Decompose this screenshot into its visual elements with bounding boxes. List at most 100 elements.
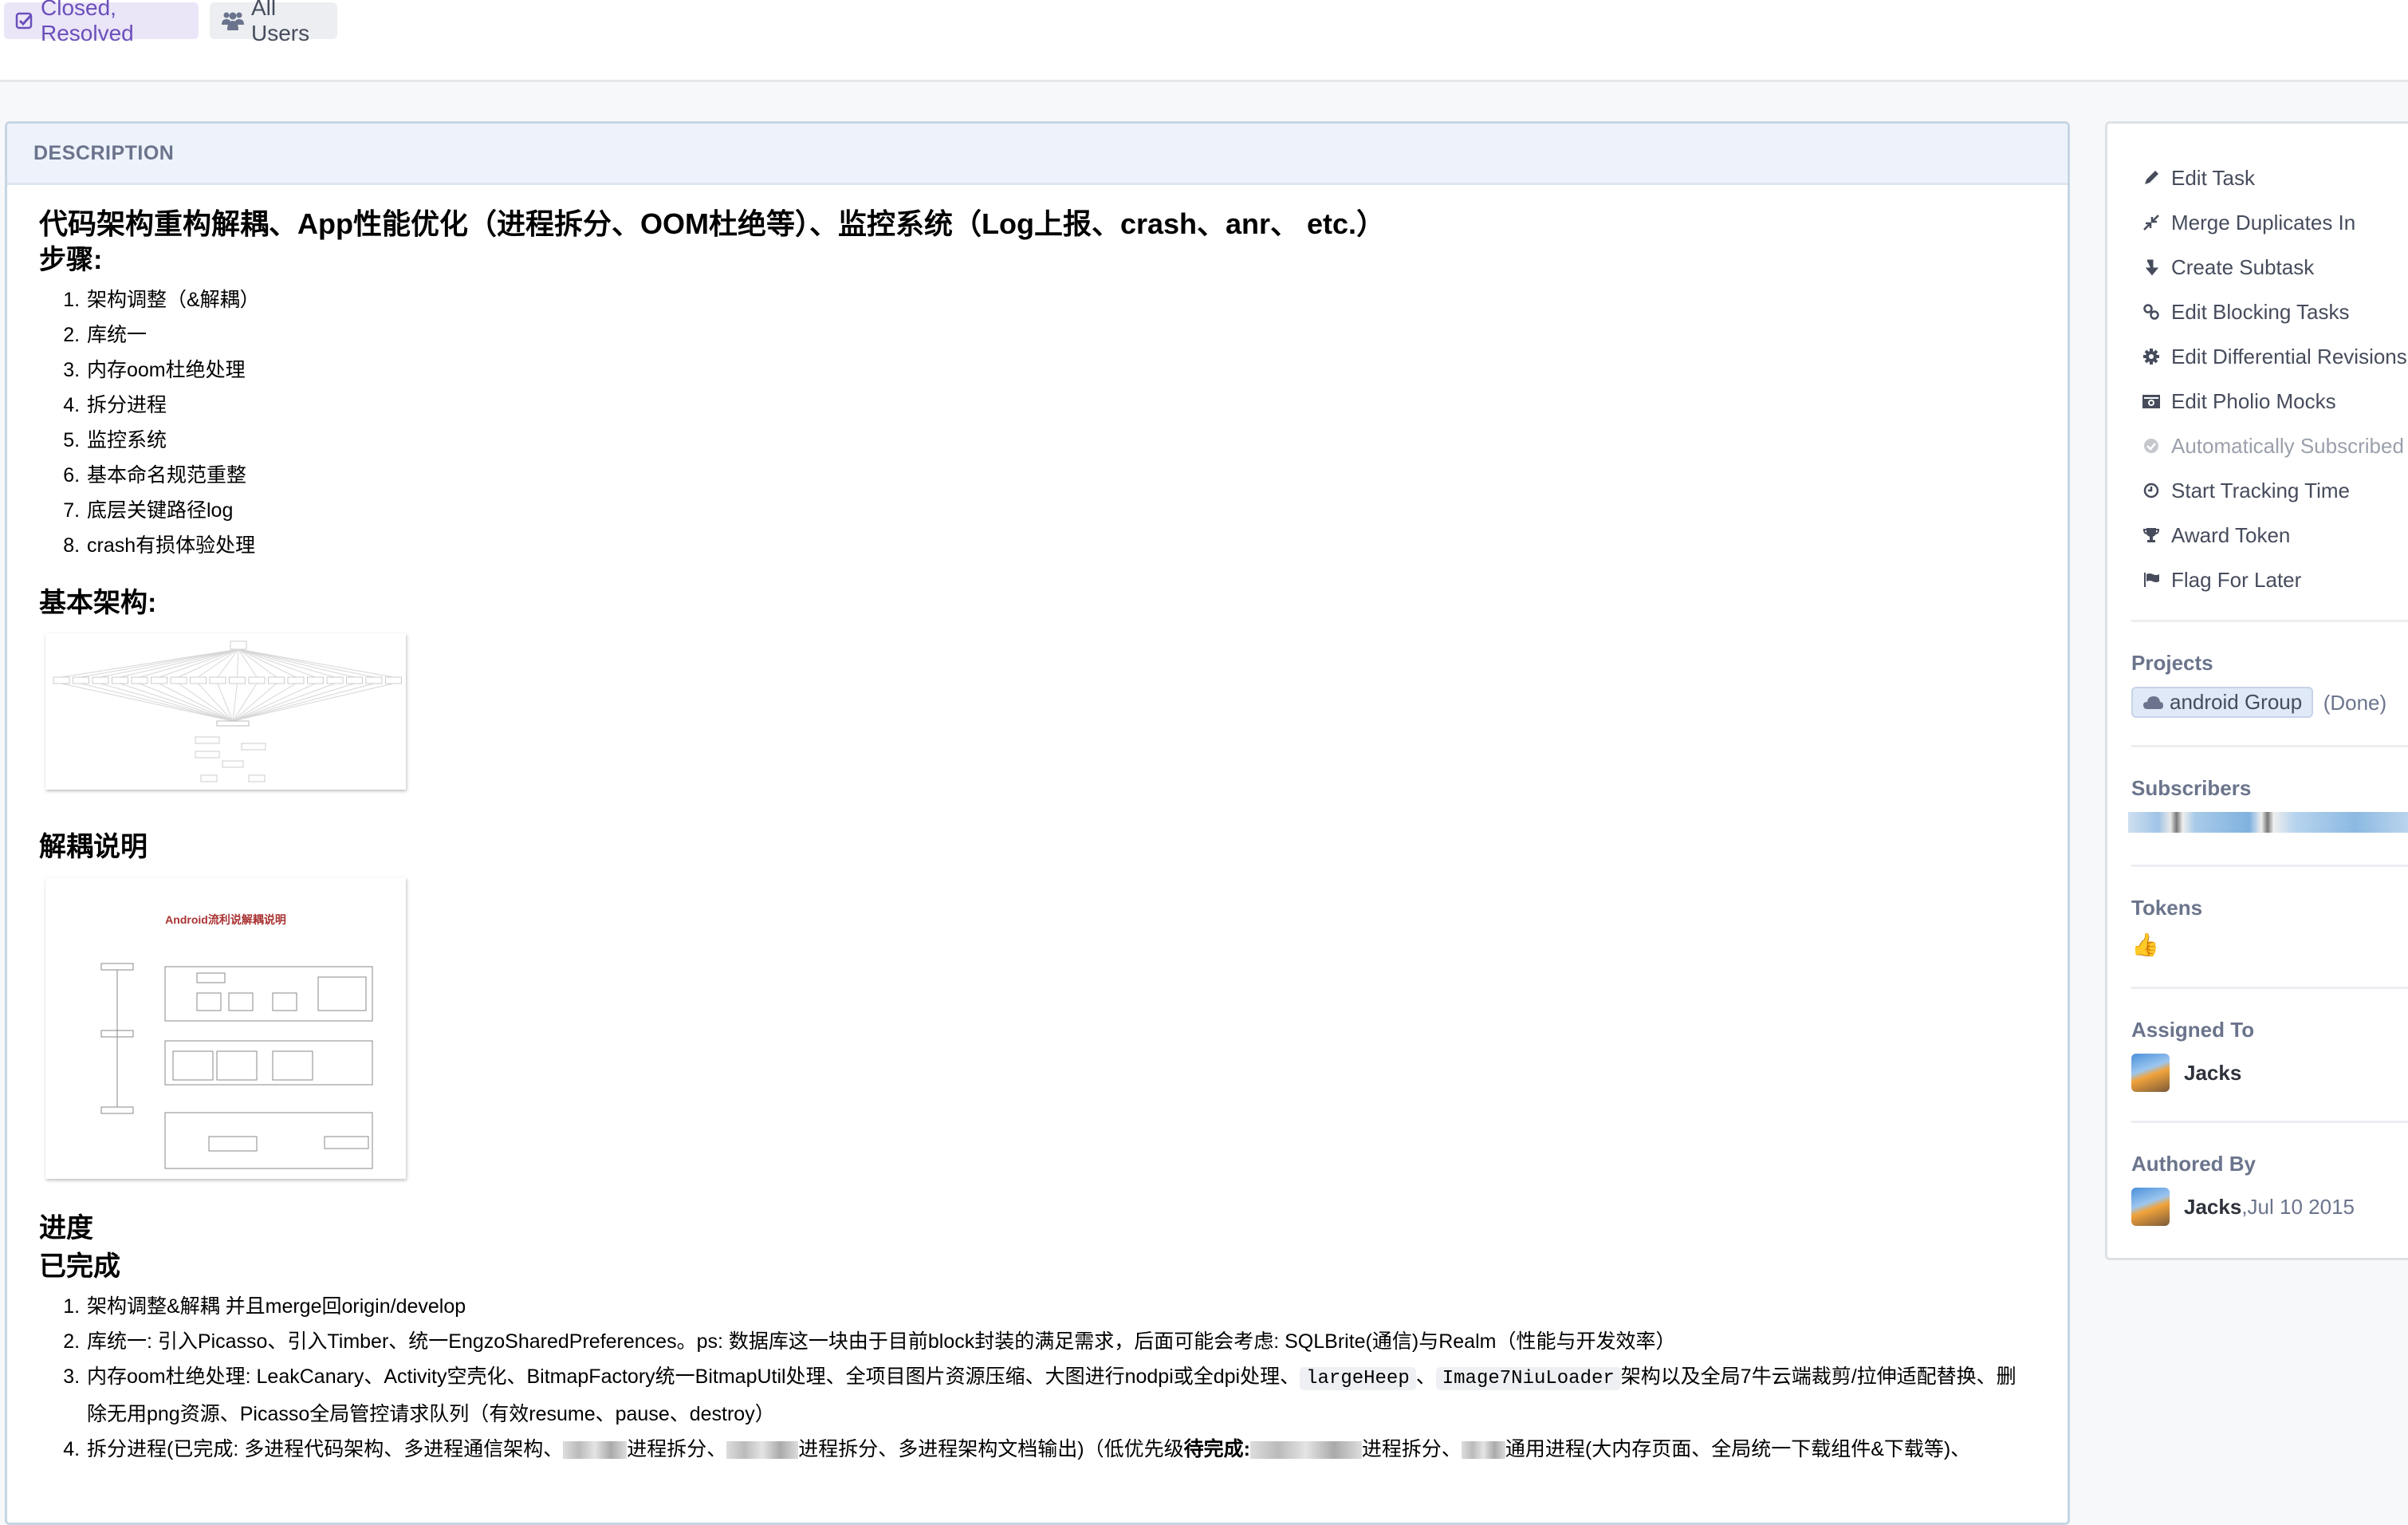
item-text: 进程拆分、 — [627, 1438, 727, 1460]
list-item: 监控系统 — [85, 423, 2068, 458]
status-label: Closed, Resolved — [41, 0, 134, 45]
list-item: 架构调整&解耦 并且merge回origin/develop — [85, 1289, 2068, 1324]
action-label: Flag For Later — [2171, 567, 2302, 592]
project-name: android Group — [2170, 690, 2303, 714]
authored-section: Authored By Jacks, Jul 10 2015 — [2131, 1121, 2408, 1226]
redacted-text — [1249, 1441, 1362, 1460]
projects-label: Projects — [2131, 651, 2213, 675]
description-body: 代码架构重构解耦、App性能优化（进程拆分、OOM杜绝等）、监控系统（Log上报… — [7, 185, 2068, 1467]
task-title: 代码架构重构解耦、App性能优化（进程拆分、OOM杜绝等）、监控系统（Log上报… — [39, 207, 1386, 240]
steps-heading: 步骤: — [39, 245, 103, 275]
authored-date: Jul 10 2015 — [2247, 1194, 2355, 1219]
list-item: crash有损体验处理 — [85, 528, 2068, 563]
pencil-icon — [2139, 169, 2163, 187]
action-label: Merge Duplicates In — [2171, 210, 2356, 234]
project-tag[interactable]: android Group — [2131, 687, 2314, 718]
action-label: Automatically Subscribed — [2171, 433, 2404, 458]
compress-icon — [2139, 214, 2163, 231]
action-sidebar: Edit Task Merge Duplicates In Create Sub… — [2105, 121, 2408, 1260]
policy-label: All Users — [251, 0, 310, 45]
list-item: 库统一: 引入Picasso、引入Timber、统一EngzoSharedPre… — [85, 1324, 2068, 1359]
tokens-label: Tokens — [2131, 896, 2203, 920]
architecture-diagram-thumbnail[interactable] — [45, 633, 406, 790]
clock-icon — [2139, 482, 2163, 499]
decouple-heading: 解耦说明 — [39, 832, 148, 862]
list-item: 基本命名规范重整 — [85, 458, 2068, 493]
steps-list: 架构调整（&解耦） 库统一 内存oom杜绝处理 拆分进程 监控系统 基本命名规范… — [39, 282, 2068, 563]
progress-heading: 进度 — [39, 1213, 93, 1243]
link-icon — [2139, 303, 2163, 321]
tokens-section: Tokens 👍 — [2131, 865, 2408, 987]
status-badge[interactable]: Closed, Resolved — [4, 0, 199, 45]
authored-label: Authored By — [2131, 1152, 2256, 1176]
gear-icon — [2139, 348, 2163, 365]
header-bar: Closed, Resolved All Users — [0, 0, 2408, 82]
description-panel: DESCRIPTION 代码架构重构解耦、App性能优化（进程拆分、OOM杜绝等… — [5, 121, 2070, 1525]
subscribers-label: Subscribers — [2131, 776, 2252, 800]
award-token-action[interactable]: Award Token — [2139, 513, 2408, 558]
inline-code: largeHeep — [1300, 1367, 1416, 1390]
action-label: Award Token — [2171, 522, 2291, 547]
action-label: Edit Task — [2171, 165, 2256, 190]
done-heading: 已完成 — [39, 1251, 120, 1282]
author-name[interactable]: Jacks — [2184, 1195, 2241, 1220]
redacted-text — [1461, 1441, 1505, 1460]
assigned-label: Assigned To — [2131, 1018, 2255, 1042]
list-item: 内存oom杜绝处理: LeakCanary、Activity空壳化、Bitmap… — [85, 1359, 2068, 1432]
edit-task-action[interactable]: Edit Task — [2139, 156, 2408, 200]
action-list: Edit Task Merge Duplicates In Create Sub… — [2107, 124, 2408, 602]
diagram-title: Android流利说解耦说明 — [165, 913, 286, 926]
item-text: 进程拆分、多进程架构文档输出)（低优先级 — [798, 1438, 1184, 1460]
architecture-heading: 基本架构: — [39, 588, 157, 618]
item-text: 通用进程(大内存页面、全局统一下载组件&下载等)、 — [1505, 1438, 1971, 1460]
inline-code: Image7NiuLoader — [1435, 1367, 1621, 1390]
automatically-subscribed-action: Automatically Subscribed — [2139, 424, 2408, 468]
action-label: Edit Differential Revisions — [2171, 344, 2407, 368]
list-item: 内存oom杜绝处理 — [85, 353, 2068, 388]
edit-blocking-tasks-action[interactable]: Edit Blocking Tasks — [2139, 290, 2408, 334]
author-avatar[interactable] — [2131, 1188, 2170, 1226]
redacted-text — [563, 1441, 628, 1460]
flag-for-later-action[interactable]: Flag For Later — [2139, 558, 2408, 602]
list-item: 拆分进程(已完成: 多进程代码架构、多进程通信架构、 进程拆分、 进程拆分、多进程架… — [85, 1432, 2068, 1467]
list-item: 库统一 — [85, 317, 2068, 353]
action-label: Start Tracking Time — [2171, 478, 2350, 502]
decouple-diagram-thumbnail[interactable]: Android流利说解耦说明 — [45, 877, 406, 1179]
separator: , — [2241, 1194, 2248, 1219]
assigned-section: Assigned To Jacks — [2131, 987, 2408, 1121]
item-text: 、 — [1415, 1365, 1436, 1388]
policy-badge[interactable]: All Users — [210, 0, 337, 45]
edit-pholio-mocks-action[interactable]: Edit Pholio Mocks — [2139, 379, 2408, 424]
item-text-bold: 待完成: — [1183, 1438, 1250, 1460]
subscribers-list-redacted[interactable] — [2128, 812, 2408, 833]
assignee-avatar[interactable] — [2131, 1054, 2170, 1092]
item-text: 内存oom杜绝处理: LeakCanary、Activity空壳化、Bitmap… — [87, 1365, 1300, 1388]
action-label: Create Subtask — [2171, 254, 2315, 279]
trophy-icon — [2139, 526, 2163, 544]
list-item: 拆分进程 — [85, 388, 2068, 423]
edit-differential-revisions-action[interactable]: Edit Differential Revisions — [2139, 334, 2408, 379]
cloud-icon — [2142, 696, 2163, 710]
level-down-icon — [2139, 258, 2163, 276]
projects-section: Projects android Group (Done) — [2131, 620, 2408, 745]
flag-icon — [2139, 571, 2163, 589]
camera-icon — [2139, 392, 2163, 410]
thumbs-up-token-icon[interactable]: 👍 — [2131, 932, 2408, 958]
done-list: 架构调整&解耦 并且merge回origin/develop 库统一: 引入Pi… — [39, 1289, 2068, 1467]
create-subtask-action[interactable]: Create Subtask — [2139, 245, 2408, 290]
redacted-text — [726, 1441, 799, 1460]
description-header: DESCRIPTION — [7, 124, 2068, 185]
project-status: (Done) — [2323, 690, 2387, 715]
action-label: Edit Pholio Mocks — [2171, 388, 2336, 413]
check-circle-icon — [2139, 437, 2163, 455]
merge-duplicates-action[interactable]: Merge Duplicates In — [2139, 200, 2408, 245]
users-icon — [221, 10, 245, 31]
check-square-icon — [15, 11, 34, 30]
list-item: 底层关键路径log — [85, 493, 2068, 528]
item-text: 拆分进程(已完成: 多进程代码架构、多进程通信架构、 — [87, 1438, 564, 1460]
assignee-name[interactable]: Jacks — [2184, 1061, 2241, 1086]
subscribers-section: Subscribers — [2128, 745, 2408, 865]
start-tracking-time-action[interactable]: Start Tracking Time — [2139, 468, 2408, 513]
list-item: 架构调整（&解耦） — [85, 282, 2068, 317]
action-label: Edit Blocking Tasks — [2171, 299, 2350, 324]
